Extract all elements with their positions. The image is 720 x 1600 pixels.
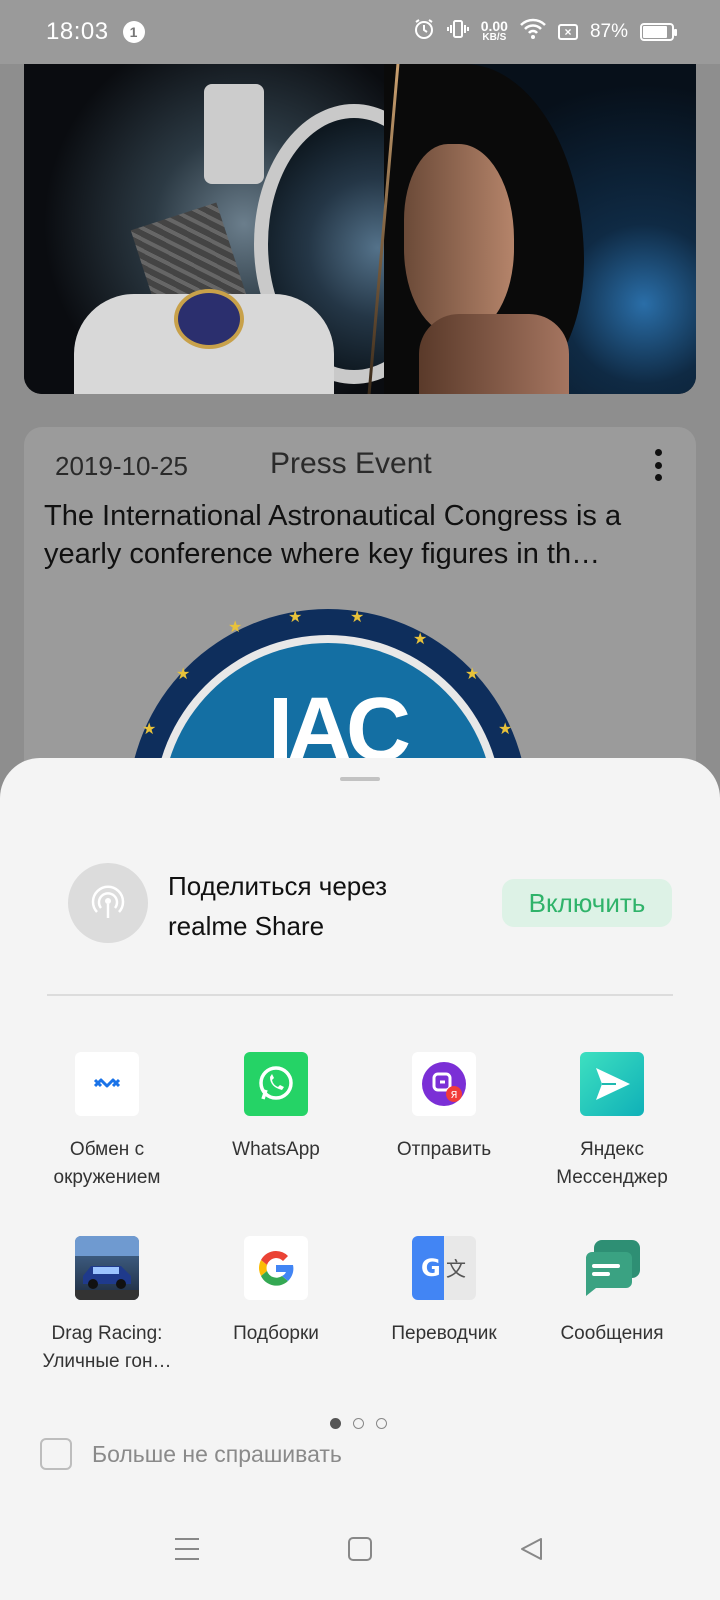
share-target-yandex-messenger[interactable]: Яндекс Мессенджер	[527, 1052, 697, 1192]
share-target-nearby[interactable]: Обмен с окружением	[22, 1052, 192, 1192]
battery-percent: 87%	[589, 21, 628, 42]
star-icon: ★	[465, 666, 480, 683]
page-indicator	[330, 1418, 387, 1429]
dont-ask-label: Больше не спрашивать	[92, 1440, 342, 1467]
speed-value: 0.00	[480, 18, 508, 34]
card-text: The International Astronautical Congress…	[44, 500, 622, 570]
status-time: 18:03	[46, 18, 109, 45]
more-options-icon[interactable]	[648, 449, 668, 481]
drag-racing-icon	[75, 1236, 139, 1300]
battery-fill	[643, 26, 667, 38]
navigation-bar	[0, 1500, 720, 1600]
battery-icon	[640, 23, 677, 41]
svg-text:文: 文	[446, 1257, 466, 1281]
google-icon	[244, 1236, 308, 1300]
share-target-google[interactable]: Подборки	[191, 1236, 361, 1348]
share-target-label: Отправить	[396, 1139, 492, 1160]
yandex-messenger-icon	[580, 1052, 644, 1116]
svg-text:Я: Я	[451, 1090, 458, 1101]
menu-icon[interactable]	[162, 1524, 212, 1574]
share-target-label: WhatsApp	[232, 1139, 320, 1160]
card-type: Press Event	[270, 447, 432, 480]
page-dot	[330, 1418, 341, 1429]
realme-share-row: Поделиться через realme Share Включить	[0, 758, 720, 978]
nearby-share-icon	[75, 1052, 139, 1116]
network-speed: 0.00 KB/S	[480, 18, 508, 44]
page-dot	[353, 1418, 364, 1429]
share-target-label: Подборки	[233, 1323, 319, 1344]
star-icon: ★	[228, 619, 243, 636]
share-target-label: Сообщения	[560, 1323, 664, 1344]
share-target-label: Переводчик	[391, 1323, 497, 1344]
svg-text:G: G	[421, 1254, 441, 1282]
star-icon: ★	[413, 631, 428, 648]
page-dot	[376, 1418, 387, 1429]
star-icon: ★	[142, 721, 157, 738]
status-icons: 0.00 KB/S × 87%	[413, 18, 677, 46]
home-icon[interactable]	[335, 1524, 385, 1574]
status-bar: 18:03 1 0.00 KB/S × 87%	[0, 0, 720, 64]
speed-unit: KB/S	[482, 32, 507, 43]
share-target-messages[interactable]: Сообщения	[527, 1236, 697, 1348]
messages-icon	[580, 1236, 644, 1300]
alarm-icon	[413, 18, 435, 46]
realme-share-icon	[68, 863, 148, 943]
share-target-translate[interactable]: G文 Переводчик	[359, 1236, 529, 1348]
enable-button[interactable]: Включить	[502, 879, 672, 927]
share-target-label: Яндекс Мессенджер	[556, 1139, 668, 1188]
share-target-whatsapp[interactable]: WhatsApp	[191, 1052, 361, 1164]
hero-neck	[419, 314, 569, 394]
back-icon[interactable]	[507, 1524, 557, 1574]
hero-face	[404, 144, 514, 334]
yandex-send-icon: Я	[412, 1052, 476, 1116]
whatsapp-icon	[244, 1052, 308, 1116]
no-sim-icon: ×	[557, 24, 578, 40]
notification-badge: 1	[122, 21, 145, 43]
realme-share-title: Поделиться через realme Share	[168, 871, 388, 941]
star-icon: ★	[176, 666, 191, 683]
dont-ask-checkbox[interactable]	[40, 1438, 72, 1470]
share-target-label: Обмен с окружением	[53, 1139, 161, 1188]
share-target-label: Drag Racing: Уличные гон…	[42, 1323, 172, 1372]
star-icon: ★	[498, 721, 513, 738]
google-translate-icon: G文	[412, 1236, 476, 1300]
star-icon: ★	[288, 609, 303, 626]
feed-hero-image[interactable]	[24, 64, 696, 394]
divider	[47, 994, 673, 996]
share-target-yandex-send[interactable]: Я Отправить	[359, 1052, 529, 1164]
hero-helmet-light	[204, 84, 264, 184]
card-date: 2019-10-25	[55, 451, 188, 481]
share-sheet[interactable]: Поделиться через realme Share Включить О…	[0, 758, 720, 1600]
star-icon: ★	[350, 609, 365, 626]
hero-suit-patch	[174, 289, 244, 349]
dont-ask-again[interactable]: Больше не спрашивать	[40, 1438, 342, 1470]
wifi-icon	[520, 18, 546, 46]
share-target-drag-racing[interactable]: Drag Racing: Уличные гон…	[22, 1236, 192, 1376]
vibrate-icon	[446, 18, 469, 46]
